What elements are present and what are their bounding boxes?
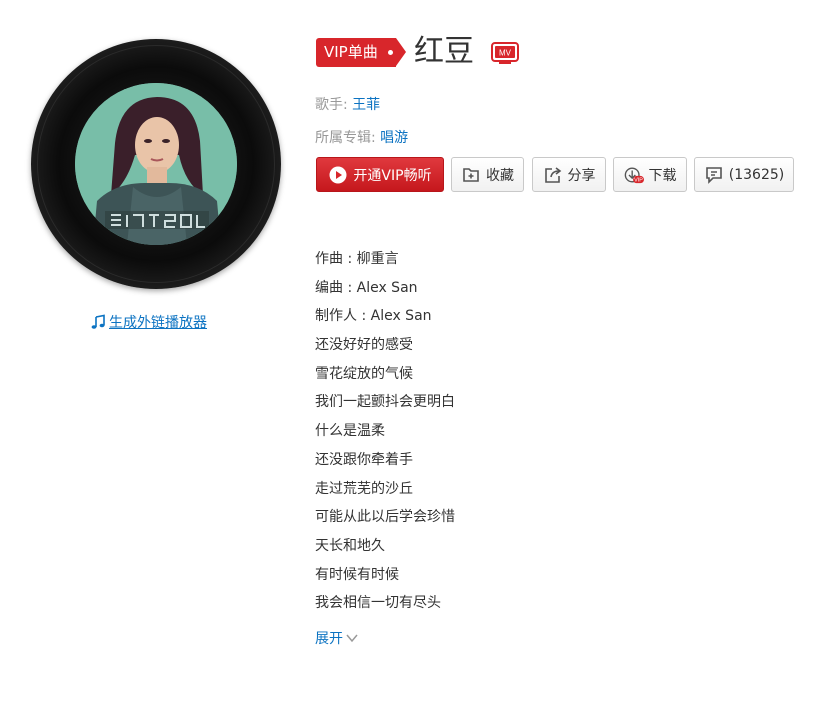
vip-song-badge-label: VIP单曲 <box>324 43 378 61</box>
chevron-down-icon <box>346 634 358 643</box>
download-button[interactable]: VIP 下载 <box>613 157 687 192</box>
comments-count: (13625) <box>728 166 785 183</box>
favorite-button[interactable]: 收藏 <box>451 157 524 192</box>
expand-label[interactable]: 展开 <box>315 628 343 648</box>
lyric-line: 有时候有时候 <box>315 566 399 583</box>
lyric-line: 走过荒芜的沙丘 <box>315 480 413 497</box>
vip-play-button[interactable]: 开通VIP畅听 <box>316 157 444 192</box>
lyric-line: 我会相信一切有尽头 <box>315 595 441 612</box>
play-circle-icon <box>329 166 347 183</box>
badge-dot <box>387 50 393 55</box>
mv-icon-label: MV <box>499 49 512 58</box>
download-vip-badge: VIP <box>634 177 643 183</box>
album-cover-art <box>75 83 237 245</box>
share-icon <box>544 166 561 183</box>
artist-link[interactable]: 王菲 <box>352 97 380 113</box>
comments-button[interactable]: (13625) <box>694 157 794 192</box>
lyric-line: 编曲 : Alex San <box>315 279 418 296</box>
external-player-link[interactable]: 生成外链播放器 <box>90 312 207 332</box>
favorite-label: 收藏 <box>486 167 514 184</box>
artist-label: 歌手: <box>315 97 348 113</box>
lyric-line: 作曲 : 柳重言 <box>315 251 399 267</box>
external-player-label[interactable]: 生成外链播放器 <box>109 312 207 332</box>
lyric-line: 制作人 : Alex San <box>315 308 432 325</box>
download-icon: VIP <box>624 167 644 183</box>
lyric-line: 雪花绽放的气候 <box>315 365 413 382</box>
lyric-line: 还没好好的感受 <box>315 337 413 354</box>
lyric-line: 可能从此以后学会珍惜 <box>315 509 455 526</box>
lyric-line: 我们一起颤抖会更明白 <box>315 394 455 411</box>
album-row: 所属专辑: 唱游 <box>315 127 408 147</box>
album-cover <box>75 83 237 245</box>
album-link[interactable]: 唱游 <box>380 130 408 146</box>
vinyl-disc <box>31 39 281 289</box>
add-folder-icon <box>463 167 479 182</box>
music-note-icon <box>91 314 105 329</box>
vip-song-badge: VIP单曲 <box>316 38 406 67</box>
lyric-line: 天长和地久 <box>315 537 385 554</box>
share-label: 分享 <box>567 167 596 184</box>
lyric-line: 还没跟你牵着手 <box>315 451 413 468</box>
download-label: 下载 <box>648 167 677 184</box>
vip-play-label: 开通VIP畅听 <box>353 167 432 184</box>
artist-row: 歌手: 王菲 <box>315 94 380 114</box>
mv-icon[interactable]: MV <box>491 42 519 66</box>
expand-lyrics-link[interactable]: 展开 <box>315 628 359 648</box>
lyric-line: 什么是温柔 <box>315 423 385 440</box>
song-title: 红豆 <box>414 34 474 69</box>
album-label: 所属专辑: <box>315 130 376 146</box>
comment-icon <box>705 166 722 184</box>
share-button[interactable]: 分享 <box>532 157 606 192</box>
lyrics-list: 作曲 : 柳重言 编曲 : Alex San 制作人 : Alex San 还没… <box>315 247 455 620</box>
